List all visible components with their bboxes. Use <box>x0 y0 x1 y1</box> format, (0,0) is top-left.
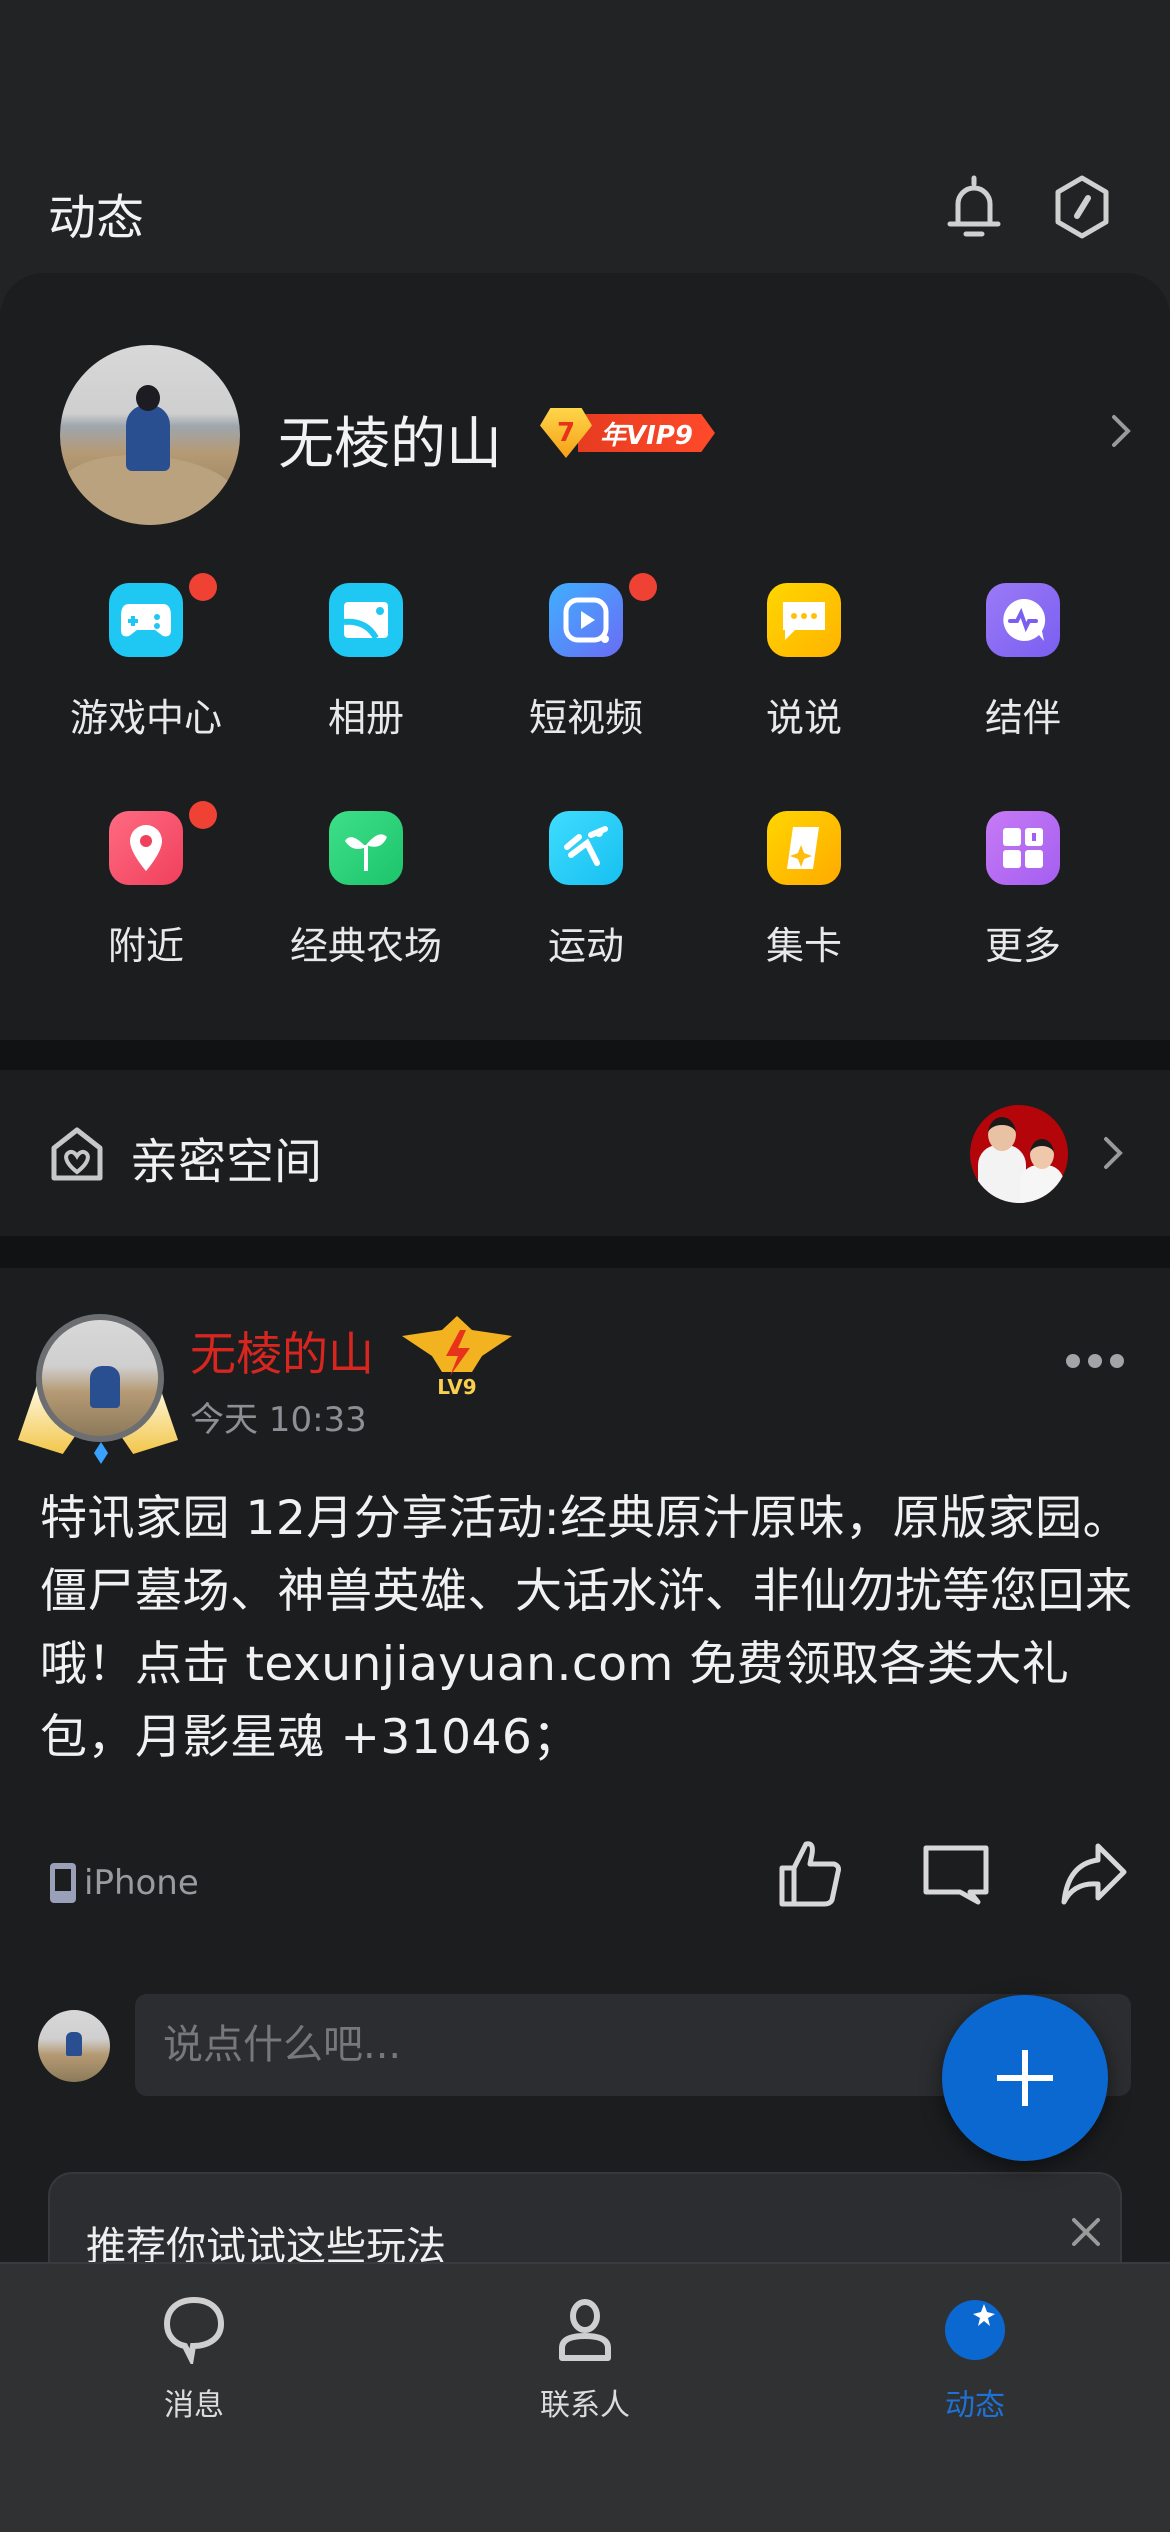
grid-more-icon <box>986 811 1060 885</box>
my-avatar <box>38 2010 110 2082</box>
intimate-space-label: 亲密空间 <box>130 1134 323 1190</box>
tab-contacts[interactable]: 联系人 <box>455 2294 715 2424</box>
add-post-button[interactable] <box>942 1995 1108 2161</box>
svg-text:LV9: LV9 <box>437 1375 476 1399</box>
heart-house-icon <box>50 1126 104 1182</box>
post-device: iPhone <box>50 1863 199 1903</box>
card-star-icon <box>767 811 841 885</box>
tab-bar: 消息 联系人 动态 <box>0 2262 1170 2532</box>
video-icon <box>549 573 657 657</box>
grid-item-farm[interactable]: 经典农场 <box>256 811 476 970</box>
hexagon-settings-icon[interactable] <box>1050 172 1114 242</box>
bell-icon[interactable] <box>942 172 1006 242</box>
tab-messages[interactable]: 消息 <box>64 2294 324 2424</box>
intimate-space-row[interactable]: 亲密空间 <box>0 1070 1170 1236</box>
grid-item-album[interactable]: 相册 <box>256 583 476 742</box>
tab-feed[interactable]: 动态 <box>845 2294 1105 2424</box>
grid-item-nearby[interactable]: 附近 <box>36 801 256 970</box>
like-icon[interactable] <box>776 1838 848 1910</box>
plus-icon <box>997 2050 1053 2106</box>
person-icon <box>550 2294 620 2364</box>
level-badge: LV9 <box>402 1316 512 1400</box>
grid-item-talk[interactable]: 说说 <box>694 583 914 742</box>
post-author-avatar[interactable] <box>18 1314 178 1464</box>
profile-avatar[interactable] <box>60 345 240 525</box>
notification-dot <box>189 801 217 829</box>
screen: 动态 无棱的山 7 年VIP9 游戏中心 相册 短视频 说说 结伴 附近 经典农… <box>0 0 1170 2532</box>
grid-item-game-center[interactable]: 游戏中心 <box>36 573 256 742</box>
notification-dot <box>189 573 217 601</box>
gamepad-icon <box>109 573 217 657</box>
more-options-icon[interactable] <box>1066 1354 1124 1368</box>
runner-icon <box>549 811 623 885</box>
star-planet-icon <box>940 2294 1010 2364</box>
post-author-name[interactable]: 无棱的山 <box>190 1318 374 1384</box>
divider <box>0 1040 1170 1070</box>
chevron-right-icon[interactable] <box>1098 1133 1128 1173</box>
page-title: 动态 <box>48 190 145 246</box>
post-content: 特讯家园 12月分享活动:经典原汁原味，原版家园。僵尸墓场、神兽英雄、大话水浒、… <box>40 1491 1133 1765</box>
phone-icon <box>50 1863 76 1903</box>
post-timestamp: 今天 10:33 <box>190 1400 367 1440</box>
message-bubble-icon <box>159 2294 229 2368</box>
header: 动态 <box>0 160 1170 250</box>
vip-badge[interactable]: 7 年VIP9 <box>540 408 720 458</box>
comment-icon[interactable] <box>920 1838 992 1910</box>
share-icon[interactable] <box>1058 1838 1130 1910</box>
album-icon <box>329 583 403 657</box>
location-pin-icon <box>109 801 217 885</box>
profile-name[interactable]: 无棱的山 <box>278 399 502 480</box>
pulse-bubble-icon <box>986 583 1060 657</box>
couple-avatar[interactable] <box>970 1105 1068 1203</box>
chat-bubble-icon <box>767 583 841 657</box>
grid-item-more[interactable]: 更多 <box>913 811 1133 970</box>
chevron-right-icon[interactable] <box>1106 411 1136 451</box>
notification-dot <box>629 573 657 601</box>
grid-item-sports[interactable]: 运动 <box>476 811 696 970</box>
grid-item-cards[interactable]: 集卡 <box>694 811 914 970</box>
divider <box>0 1236 1170 1268</box>
grid-item-short-video[interactable]: 短视频 <box>476 573 696 742</box>
profile-card: 无棱的山 7 年VIP9 游戏中心 相册 短视频 说说 结伴 附近 经典农场 运… <box>0 273 1170 1040</box>
sprout-icon <box>329 811 403 885</box>
grid-item-companion[interactable]: 结伴 <box>913 583 1133 742</box>
close-icon[interactable] <box>1066 2212 1106 2252</box>
